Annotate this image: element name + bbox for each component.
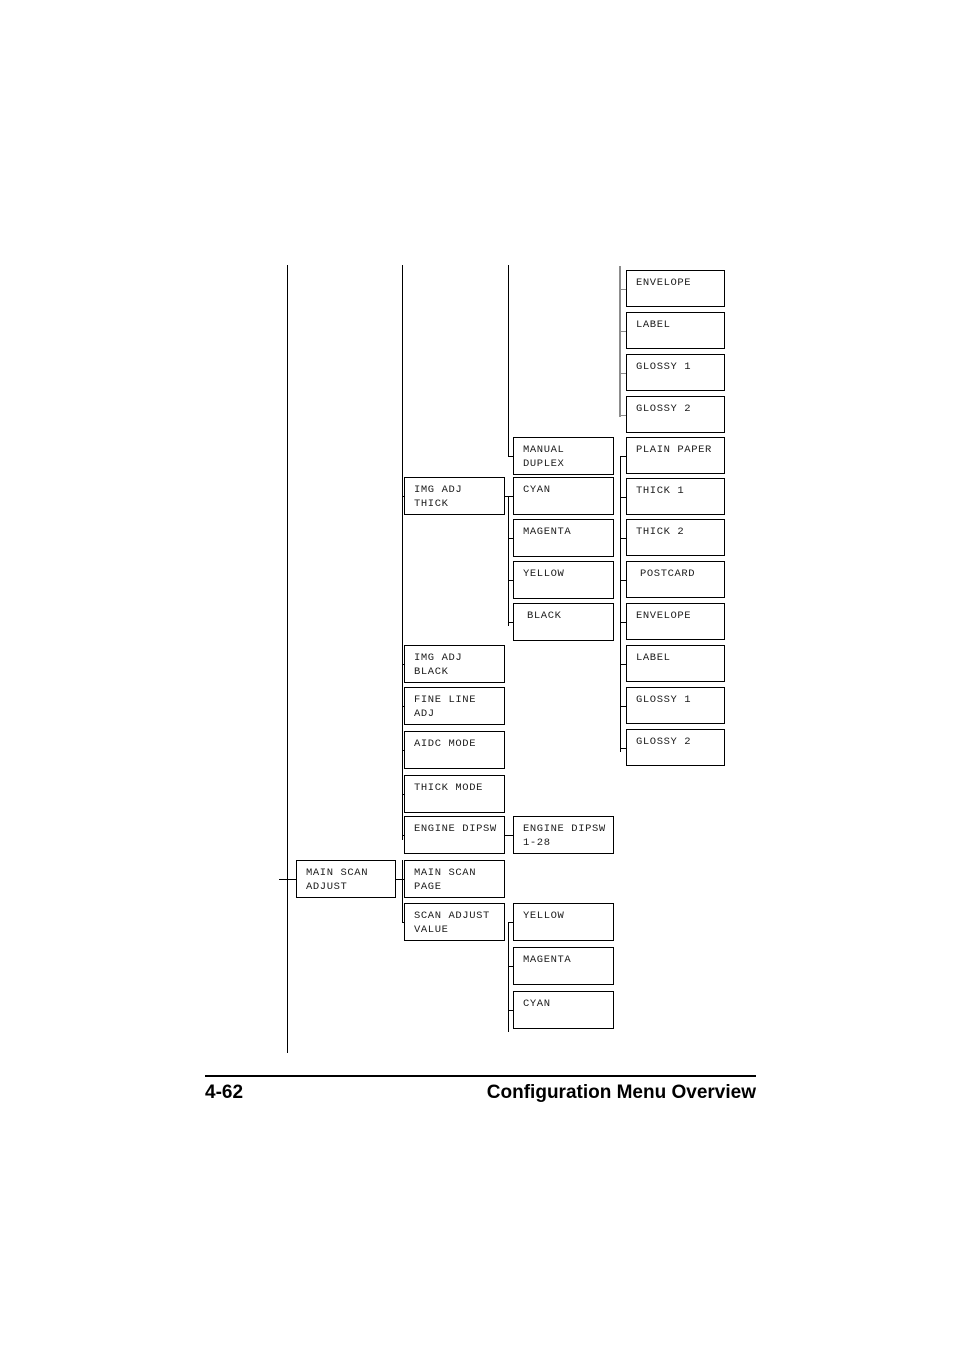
spine-col3 [508, 265, 510, 457]
menu-node-aidc-mode: AIDC MODE [404, 731, 505, 769]
document-page: MAIN SCAN ADJUST IMG ADJ THICK IMG ADJ BLA… [0, 0, 954, 1350]
footer-divider [205, 1075, 756, 1077]
menu-node-img-adj-thick: IMG ADJ THICK [404, 477, 505, 515]
menu-node-scan-magenta: MAGENTA [513, 947, 614, 985]
spine-col1 [287, 265, 289, 1053]
connector-engine-dipsw-to-1-28 [505, 835, 513, 837]
connector-into-main-scan-adjust [279, 879, 287, 881]
menu-node-engine-dipsw: ENGINE DIPSW [404, 816, 505, 854]
menu-node-clr-plain-paper: PLAIN PAPER [626, 437, 725, 474]
menu-node-main-scan-adjust: MAIN SCAN ADJUST [296, 860, 396, 898]
menu-node-clr-glossy-1: GLOSSY 1 [626, 687, 725, 724]
menu-node-scan-cyan: CYAN [513, 991, 614, 1029]
menu-node-md-envelope: ENVELOPE [626, 270, 725, 307]
menu-node-manual-duplex: MANUAL DUPLEX [513, 437, 614, 475]
menu-node-clr-postcard: POSTCARD [626, 561, 725, 598]
menu-node-clr-label: LABEL [626, 645, 725, 682]
menu-node-main-scan-page: MAIN SCAN PAGE [404, 860, 505, 898]
menu-node-md-glossy-1: GLOSSY 1 [626, 354, 725, 391]
menu-node-scan-yellow: YELLOW [513, 903, 614, 941]
menu-node-md-glossy-2: GLOSSY 2 [626, 396, 725, 433]
menu-node-fine-line-adj: FINE LINE ADJ [404, 687, 505, 725]
menu-node-thick-mode: THICK MODE [404, 775, 505, 813]
menu-node-clr-envelope: ENVELOPE [626, 603, 725, 640]
menu-node-cyan: CYAN [513, 477, 614, 515]
footer-page-number: 4-62 [205, 1082, 244, 1103]
menu-node-clr-glossy-2: GLOSSY 2 [626, 729, 725, 766]
menu-node-img-adj-black: IMG ADJ BLACK [404, 645, 505, 683]
connector-img-adj-thick-right [505, 496, 508, 498]
connector-md-label [619, 330, 626, 332]
menu-node-clr-thick-1: THICK 1 [626, 478, 725, 515]
connector-md-glossy-2 [619, 414, 626, 416]
connector-md-glossy-1 [619, 372, 626, 374]
spine-scan-adjust-children [508, 922, 510, 1032]
connector-md-envelope [619, 288, 626, 290]
menu-node-yellow: YELLOW [513, 561, 614, 599]
footer-title: Configuration Menu Overview [486, 1082, 756, 1103]
menu-node-scan-adjust-value: SCAN ADJUST VALUE [404, 903, 505, 941]
connector-main-scan-adjust [287, 879, 296, 881]
menu-node-magenta: MAGENTA [513, 519, 614, 557]
spine-col3-colors [508, 496, 510, 626]
menu-node-engine-dipsw-1-28: ENGINE DIPSW 1-28 [513, 816, 614, 854]
spine-col4-colors [620, 456, 622, 752]
menu-node-md-label: LABEL [626, 312, 725, 349]
menu-node-clr-thick-2: THICK 2 [626, 519, 725, 556]
menu-node-black: BLACK [513, 603, 614, 641]
